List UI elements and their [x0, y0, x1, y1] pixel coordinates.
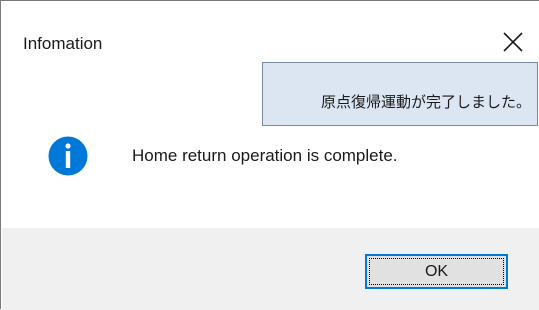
close-icon [503, 32, 523, 52]
message-dialog: Infomation Home return operation is comp… [0, 0, 539, 310]
ok-button[interactable]: OK [365, 254, 508, 289]
tooltip: 原点復帰運動が完了しました。 [262, 62, 538, 126]
close-button[interactable] [495, 26, 531, 58]
info-icon [48, 136, 88, 176]
dialog-message: Home return operation is complete. [132, 146, 398, 165]
tooltip-text: 原点復帰運動が完了しました。 [320, 93, 531, 111]
dialog-title: Infomation [23, 34, 103, 53]
ok-button-label: OK [424, 263, 449, 280]
